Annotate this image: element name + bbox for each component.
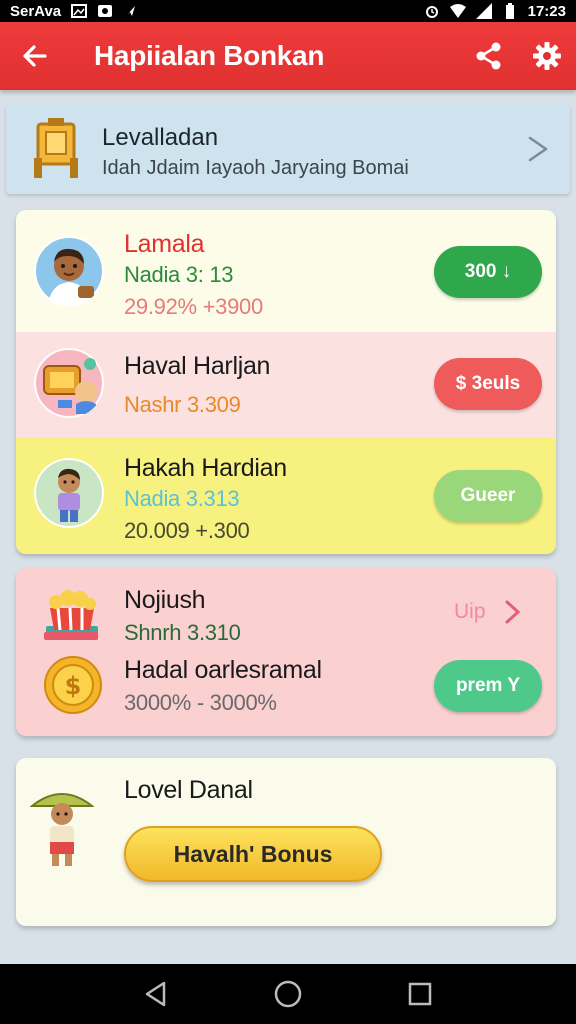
level-card-title: Lovel Danal (124, 776, 253, 804)
alarm-icon (425, 6, 438, 18)
back-button[interactable] (0, 22, 70, 90)
claim-button[interactable]: 300 ↓ (434, 246, 542, 298)
reward-stat: Shnrh 3.310 (124, 620, 241, 645)
back-nav-icon (145, 981, 166, 1007)
bonus-list-card: Lamala Nadia 3: 13 29.92% +3900 300 ↓ Ha… (16, 210, 556, 554)
home-nav-button[interactable] (270, 976, 306, 1012)
boy-avatar-icon (34, 236, 104, 306)
item-name: Lamala (124, 230, 205, 258)
signal-icon (475, 3, 492, 19)
bonus-button[interactable]: Havalh' Bonus (124, 826, 382, 882)
item-stat: Nadia 3: 13 (124, 262, 234, 287)
clock: 17:23 (527, 2, 566, 20)
level-banner[interactable]: Levalladan Idah Jdaim Iayaoh Jaryaing Bo… (6, 104, 570, 194)
list-item: Hakah Hardian Nadia 3.313 20.009 +.300 G… (16, 438, 556, 554)
item-name: Hakah Hardian (124, 454, 287, 482)
list-item: Haval Harljan Nashr 3.309 $ 3euls (16, 332, 556, 438)
popcorn-box-icon (44, 590, 98, 640)
reward-name: Nojiush (124, 586, 206, 614)
item-percent: 29.92% +3900 (124, 294, 263, 319)
level-title: Levalladan (102, 124, 219, 151)
claim-reward-button[interactable]: prem Y (434, 660, 542, 712)
signpost-icon (34, 118, 78, 178)
share-icon (476, 42, 501, 70)
level-card: Lovel Danal Havalh' Bonus (16, 758, 556, 926)
home-nav-icon (274, 980, 302, 1008)
wifi-icon (449, 4, 466, 18)
location-icon (127, 6, 136, 16)
image-icon (71, 4, 88, 18)
recents-nav-button[interactable] (402, 976, 438, 1012)
reward-name: Hadal oarlesramal (124, 656, 322, 684)
upgrade-link[interactable]: Uip (454, 600, 486, 624)
back-nav-button[interactable] (138, 976, 174, 1012)
item-stat: Nashr 3.309 (124, 392, 241, 417)
app-bar: Hapiialan Bonkan (0, 22, 576, 90)
settings-button[interactable] (518, 22, 576, 90)
chevron-right-icon (528, 136, 548, 162)
chevron-right-icon[interactable] (502, 598, 524, 626)
rewards-card: Nojiush Shnrh 3.310 Uip $ Hadal oarlesra… (16, 568, 556, 736)
gold-coin-icon: $ (44, 656, 102, 714)
page-title: Hapiialan Bonkan (94, 40, 325, 71)
list-item: Lamala Nadia 3: 13 29.92% +3900 300 ↓ (16, 210, 556, 332)
system-nav-bar (0, 964, 576, 1024)
reward-percent: 3000% - 3000% (124, 690, 277, 715)
gear-icon (533, 42, 561, 70)
recents-nav-icon (408, 982, 432, 1006)
arrow-left-icon (23, 45, 47, 67)
coin-button[interactable]: $ 3euls (434, 358, 542, 410)
gift-button[interactable]: Gueer (434, 470, 542, 522)
photo-icon (98, 5, 113, 17)
item-name: Haval Harljan (124, 352, 271, 380)
battery-icon (505, 3, 514, 19)
treasure-avatar-icon (34, 348, 104, 418)
farmer-avatar-icon (30, 793, 94, 866)
kid-avatar-icon (34, 458, 104, 528)
item-stat: Nadia 3.313 (124, 486, 240, 511)
svg-text:$: $ (65, 672, 82, 700)
level-subtitle: Idah Jdaim Iayaoh Jaryaing Bomai (102, 157, 409, 179)
status-bar: SerAva 17:23 (0, 0, 576, 22)
share-button[interactable] (460, 22, 518, 90)
carrier-label: SerAva (10, 2, 62, 20)
item-percent: 20.009 +.300 (124, 518, 250, 543)
